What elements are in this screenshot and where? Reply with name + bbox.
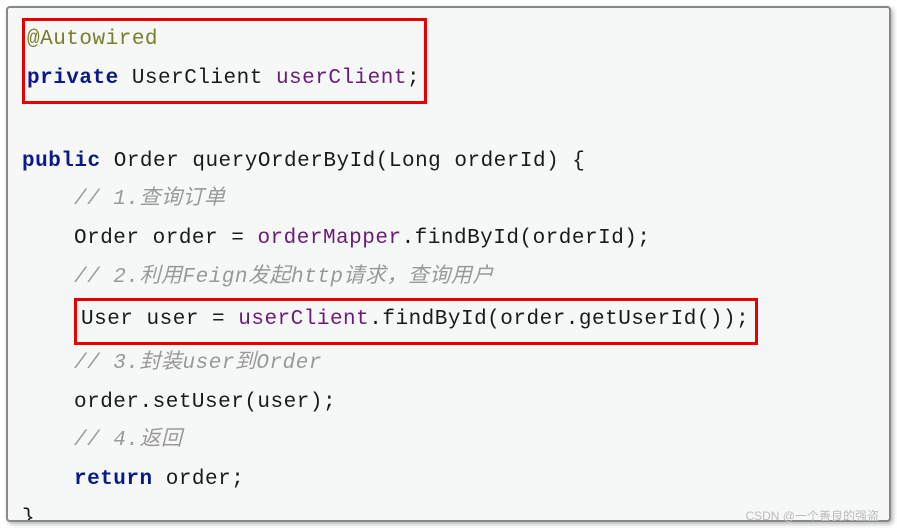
- stmt-user-c: .findById(order.getUserId());: [369, 308, 749, 331]
- blank-line: [22, 104, 875, 143]
- closing-brace: }: [22, 507, 35, 522]
- highlight-box-userclient-call: User user = userClient.findById(order.ge…: [74, 298, 758, 345]
- stmt-setuser: order.setUser(user);: [74, 391, 336, 414]
- highlight-box-autowired: @Autowired private UserClient userClient…: [22, 18, 427, 104]
- code-frame: @Autowired private UserClient userClient…: [6, 6, 891, 522]
- field-userclient: userClient: [276, 67, 407, 90]
- semicolon: ;: [407, 67, 420, 90]
- code-line-2: private UserClient userClient;: [27, 60, 420, 99]
- keyword-private: private: [27, 67, 119, 90]
- code-line-3: public Order queryOrderById(Long orderId…: [22, 143, 875, 182]
- code-line-6: // 2.利用Feign发起http请求，查询用户: [22, 259, 875, 298]
- keyword-public: public: [22, 150, 101, 173]
- code-block: @Autowired private UserClient userClient…: [22, 16, 875, 522]
- method-signature: Order queryOrderById(Long orderId) {: [101, 150, 586, 173]
- code-line-8: // 3.封装user到Order: [22, 345, 875, 384]
- comment-3: // 3.封装user到Order: [74, 352, 322, 375]
- stmt-order-a: Order order =: [74, 227, 257, 250]
- comment-4: // 4.返回: [74, 429, 183, 452]
- code-line-5: Order order = orderMapper.findById(order…: [22, 220, 875, 259]
- code-line-11: return order;: [22, 461, 875, 500]
- return-value: order;: [153, 468, 245, 491]
- code-line-9: order.setUser(user);: [22, 384, 875, 423]
- field-ordermapper: orderMapper: [257, 227, 401, 250]
- comment-2: // 2.利用Feign发起http请求，查询用户: [74, 266, 494, 289]
- code-line-1: @Autowired: [27, 21, 420, 60]
- code-line-7-wrapper: User user = userClient.findById(order.ge…: [22, 298, 875, 345]
- stmt-user-a: User user =: [81, 308, 238, 331]
- type-userclient: UserClient: [119, 67, 276, 90]
- code-line-10: // 4.返回: [22, 422, 875, 461]
- comment-1: // 1.查询订单: [74, 188, 226, 211]
- stmt-order-c: .findById(orderId);: [402, 227, 651, 250]
- annotation-autowired: @Autowired: [27, 28, 158, 51]
- watermark: CSDN @一个善良的强盗: [745, 507, 879, 524]
- keyword-return: return: [74, 468, 153, 491]
- field-userclient-call: userClient: [238, 308, 369, 331]
- code-line-4: // 1.查询订单: [22, 181, 875, 220]
